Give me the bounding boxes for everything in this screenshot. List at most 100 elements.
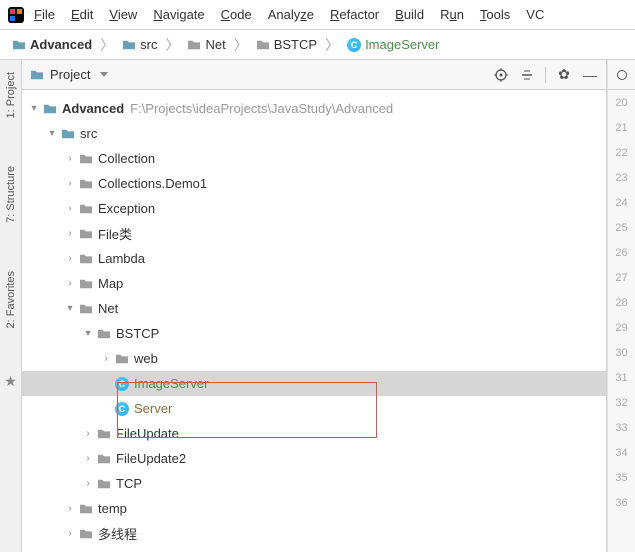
node-label: src [80, 126, 97, 141]
expander-icon[interactable]: › [80, 453, 96, 464]
expander-icon[interactable]: › [80, 428, 96, 439]
package-icon [78, 226, 94, 242]
package-icon [96, 451, 112, 467]
gear-icon[interactable]: ✿ [556, 67, 572, 83]
expander-icon[interactable]: ▾ [62, 303, 78, 314]
sidetab-label: 1: Project [5, 72, 17, 118]
breadcrumb-src[interactable]: src [118, 35, 161, 54]
breadcrumb-file[interactable]: C ImageServer [343, 35, 443, 54]
expander-icon[interactable]: › [62, 203, 78, 214]
collapse-icon[interactable] [519, 67, 535, 83]
locate-icon[interactable] [493, 67, 509, 83]
expander-icon[interactable]: › [62, 528, 78, 539]
menu-edit[interactable]: Edit [65, 5, 99, 24]
menu-analyze[interactable]: Analyze [262, 5, 320, 24]
menu-build[interactable]: Build [389, 5, 430, 24]
app-icon [8, 7, 24, 23]
tree-node-thread[interactable]: › 多线程 [22, 521, 606, 546]
package-icon [78, 251, 94, 267]
expander-icon[interactable]: ▾ [44, 128, 60, 139]
tree-node-bstcp[interactable]: ▾BSTCP [22, 321, 606, 346]
panel-title: Project [50, 67, 90, 82]
tree-node-package[interactable]: ›Exception [22, 196, 606, 221]
sidetab-project[interactable]: 1: Project [3, 68, 19, 122]
tree-node-package[interactable]: › Collection [22, 146, 606, 171]
breadcrumb-label: src [140, 37, 157, 52]
menu-view[interactable]: View [103, 5, 143, 24]
sidetab-favorites[interactable]: 2: Favorites [3, 267, 19, 332]
node-label: 多线程 [98, 524, 137, 543]
expander-icon[interactable]: ▾ [26, 103, 42, 114]
package-icon [78, 501, 94, 517]
expander-icon[interactable]: › [62, 228, 78, 239]
tree-node-net[interactable]: ▾ Net [22, 296, 606, 321]
hide-icon[interactable]: — [582, 67, 598, 83]
menu-bar: File Edit View Navigate Code Analyze Ref… [0, 0, 635, 30]
project-icon [30, 69, 44, 81]
expander-icon[interactable]: › [98, 353, 114, 364]
expander-icon[interactable]: ▾ [80, 328, 96, 339]
line-number: 28 [608, 290, 635, 315]
tree-node-src[interactable]: ▾ src [22, 121, 606, 146]
package-icon [78, 301, 94, 317]
tree-node-imageserver[interactable]: CImageServer [22, 371, 606, 396]
tree-node-package[interactable]: › File类 [22, 221, 606, 246]
package-icon [78, 201, 94, 217]
line-number: 26 [608, 240, 635, 265]
menu-vcs[interactable]: VC [520, 5, 550, 24]
circle-icon[interactable] [617, 70, 627, 80]
breadcrumb: Advanced 〉 src 〉 Net 〉 BSTCP 〉 C ImageSe… [8, 35, 443, 55]
tree-node-fileupdate[interactable]: › FileUpdate [22, 421, 606, 446]
menu-code[interactable]: Code [215, 5, 258, 24]
breadcrumb-label: BSTCP [274, 37, 317, 52]
breadcrumb-net[interactable]: Net [183, 35, 229, 54]
tree-node-package[interactable]: ›Collections.Demo1 [22, 171, 606, 196]
node-label: FileUpdate [116, 426, 179, 441]
node-label: Net [98, 301, 118, 316]
navigation-bar: Advanced 〉 src 〉 Net 〉 BSTCP 〉 C ImageSe… [0, 30, 635, 60]
menu-run[interactable]: Run [434, 5, 470, 24]
tree-node-package[interactable]: › Lambda [22, 246, 606, 271]
menu-refactor[interactable]: Refactor [324, 5, 385, 24]
breadcrumb-sep: 〉 [325, 35, 339, 55]
tree-node-package[interactable]: ›Map [22, 271, 606, 296]
breadcrumb-bstcp[interactable]: BSTCP [252, 35, 321, 54]
line-number: 36 [608, 490, 635, 515]
class-icon: C [347, 38, 361, 52]
sidetab-structure[interactable]: 7: Structure [3, 162, 19, 227]
panel-header: Project ✿ — [22, 60, 606, 90]
node-label: temp [98, 501, 127, 516]
module-icon [42, 101, 58, 117]
node-label: Lambda [98, 251, 145, 266]
node-path: F:\Projects\ideaProjects\JavaStudy\Advan… [130, 101, 393, 116]
expander-icon[interactable]: › [62, 278, 78, 289]
expander-icon[interactable]: › [62, 178, 78, 189]
tree-node-root[interactable]: ▾ Advanced F:\Projects\ideaProjects\Java… [22, 96, 606, 121]
tree-node-web[interactable]: › web [22, 346, 606, 371]
expander-icon[interactable]: › [62, 253, 78, 264]
menu-tools[interactable]: Tools [474, 5, 516, 24]
menu-navigate[interactable]: Navigate [147, 5, 210, 24]
node-label: File类 [98, 224, 132, 243]
line-number: 21 [608, 115, 635, 140]
expander-icon[interactable]: › [62, 503, 78, 514]
panel-title-group[interactable]: Project [30, 67, 108, 82]
tree-node-fileupdate2[interactable]: ›FileUpdate2 [22, 446, 606, 471]
expander-icon[interactable]: › [80, 478, 96, 489]
editor-tab-edge [608, 60, 635, 90]
class-icon: C [114, 401, 130, 417]
line-number: 22 [608, 140, 635, 165]
star-icon[interactable]: ★ [4, 373, 17, 390]
menu-file[interactable]: File [28, 5, 61, 24]
tree-node-server[interactable]: CServer [22, 396, 606, 421]
package-icon [114, 351, 130, 367]
line-number: 35 [608, 465, 635, 490]
project-tree[interactable]: ▾ Advanced F:\Projects\ideaProjects\Java… [22, 90, 606, 552]
line-number: 31 [608, 365, 635, 390]
node-label: Collection [98, 151, 155, 166]
tree-node-tcp[interactable]: ›TCP [22, 471, 606, 496]
expander-icon[interactable]: › [62, 153, 78, 164]
breadcrumb-root[interactable]: Advanced [8, 35, 96, 54]
node-label: web [134, 351, 158, 366]
tree-node-temp[interactable]: › temp [22, 496, 606, 521]
